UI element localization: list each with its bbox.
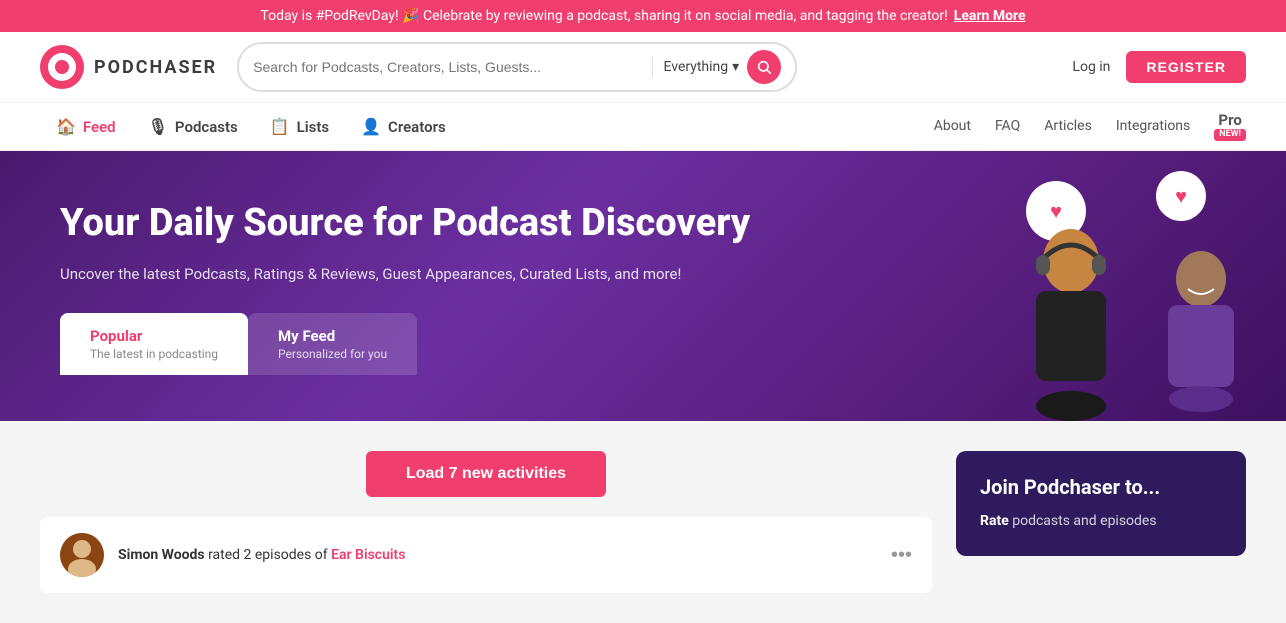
tab-popular[interactable]: Popular The latest in podcasting <box>60 313 248 375</box>
activity-action: rated 2 episodes of <box>205 547 332 563</box>
logo-text: PODCHASER <box>94 57 217 78</box>
search-icon <box>756 59 772 75</box>
search-bar: Everything ▾ <box>237 42 797 92</box>
nav-label-feed: Feed <box>83 118 116 136</box>
filter-label: Everything <box>663 59 728 75</box>
activity-text: Simon Woods rated 2 episodes of Ear Bisc… <box>118 547 877 563</box>
sidebar: Join Podchaser to... Rate podcasts and e… <box>956 451 1246 593</box>
hero-subtitle: Uncover the latest Podcasts, Ratings & R… <box>60 265 760 283</box>
login-link[interactable]: Log in <box>1072 59 1110 75</box>
nav-item-feed[interactable]: 🏠 Feed <box>40 103 132 150</box>
header: PODCHASER Everything ▾ Log in REGISTER <box>0 32 1286 103</box>
search-filter-dropdown[interactable]: Everything ▾ <box>663 59 739 75</box>
nav-label-lists: Lists <box>297 118 329 136</box>
nav-left: 🏠 Feed 🎙 Podcasts 📋 Lists 👤 Creators <box>40 103 934 150</box>
popular-tab-label: Popular <box>90 327 218 345</box>
nav-item-lists[interactable]: 📋 Lists <box>254 103 345 150</box>
nav-articles-link[interactable]: Articles <box>1044 118 1092 134</box>
popular-tab-sub: The latest in podcasting <box>90 347 218 361</box>
join-card: Join Podchaser to... Rate podcasts and e… <box>956 451 1246 556</box>
avatar-image <box>60 533 104 577</box>
header-right: Log in REGISTER <box>1072 51 1246 83</box>
feed-area: Load 7 new activities Simon Woods rated … <box>40 451 932 593</box>
logo-area: PODCHASER <box>40 45 217 89</box>
hero-title: Your Daily Source for Podcast Discovery <box>60 201 760 247</box>
more-options-button[interactable]: ••• <box>891 544 912 567</box>
learn-more-link[interactable]: Learn More <box>954 8 1026 24</box>
tab-my-feed[interactable]: My Feed Personalized for you <box>248 313 417 375</box>
my-feed-tab-sub: Personalized for you <box>278 347 387 361</box>
nav-faq-link[interactable]: FAQ <box>995 118 1020 134</box>
nav-label-podcasts: Podcasts <box>175 118 238 136</box>
banner-text: Today is #PodRevDay! 🎉 Celebrate by revi… <box>260 8 947 24</box>
activity-user: Simon Woods <box>118 547 205 563</box>
nav-item-creators[interactable]: 👤 Creators <box>345 103 462 150</box>
nav-about-link[interactable]: About <box>934 118 971 134</box>
podchaser-logo-icon <box>40 45 84 89</box>
new-tag: NEW! <box>1214 129 1246 141</box>
user-avatar <box>60 533 104 577</box>
hero-tabs: Popular The latest in podcasting My Feed… <box>60 313 1226 375</box>
home-icon: 🏠 <box>56 117 76 136</box>
activity-target-link[interactable]: Ear Biscuits <box>331 547 405 563</box>
search-button[interactable] <box>747 50 781 84</box>
list-icon: 📋 <box>270 117 290 136</box>
join-desc-rate: Rate <box>980 513 1009 529</box>
hero-content: Your Daily Source for Podcast Discovery … <box>60 201 760 283</box>
nav-item-podcasts[interactable]: 🎙 Podcasts <box>132 103 254 150</box>
nav-bar: 🏠 Feed 🎙 Podcasts 📋 Lists 👤 Creators Abo… <box>0 103 1286 151</box>
pro-label: Pro <box>1218 112 1241 129</box>
register-button[interactable]: REGISTER <box>1126 51 1246 83</box>
nav-right: About FAQ Articles Integrations Pro NEW! <box>934 112 1246 140</box>
join-desc-suffix: podcasts and episodes <box>1009 513 1157 529</box>
person-icon: 👤 <box>361 117 381 136</box>
nav-label-creators: Creators <box>388 118 446 136</box>
microphone-icon: 🎙 <box>148 117 168 136</box>
heart-icon-2: ♥ <box>1175 184 1187 209</box>
load-activities-button[interactable]: Load 7 new activities <box>366 451 606 497</box>
speech-bubble-2: ♥ <box>1156 171 1206 221</box>
pro-badge[interactable]: Pro NEW! <box>1214 112 1246 140</box>
join-desc: Rate podcasts and episodes <box>980 511 1222 532</box>
heart-icon-1: ♥ <box>1050 199 1062 224</box>
main-content: Load 7 new activities Simon Woods rated … <box>0 421 1286 623</box>
join-title: Join Podchaser to... <box>980 475 1222 499</box>
hero-section: ♥ ♥ Your Daily Source for Podcast Discov… <box>0 151 1286 421</box>
my-feed-tab-label: My Feed <box>278 327 387 345</box>
top-banner: Today is #PodRevDay! 🎉 Celebrate by revi… <box>0 0 1286 32</box>
search-input[interactable] <box>253 59 642 75</box>
chevron-down-icon: ▾ <box>732 59 739 75</box>
search-divider <box>652 57 653 77</box>
activity-card: Simon Woods rated 2 episodes of Ear Bisc… <box>40 517 932 593</box>
nav-integrations-link[interactable]: Integrations <box>1116 118 1190 134</box>
